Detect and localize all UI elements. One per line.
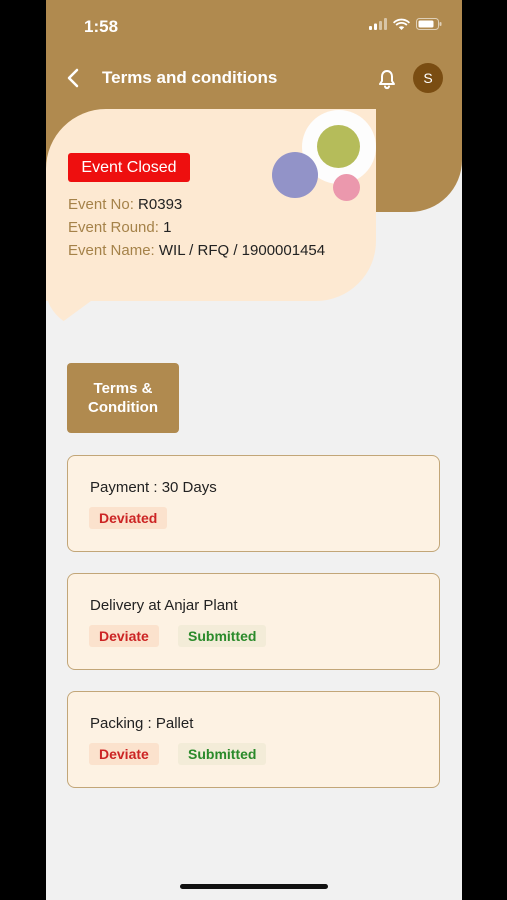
- decor-pink-circle: [333, 174, 360, 201]
- submitted-tag: Submitted: [178, 743, 267, 765]
- deviate-tag[interactable]: Deviate: [89, 743, 159, 765]
- event-round-label: Event Round:: [68, 219, 159, 236]
- decor-purple-circle: [272, 152, 318, 198]
- tc-button-line2: Condition: [88, 399, 158, 416]
- event-round-value: 1: [163, 219, 172, 236]
- tc-button-line1: Terms &: [93, 380, 153, 397]
- phone-screen: 1:58 Terms and conditions S Event Closed…: [46, 0, 462, 900]
- back-button[interactable]: [64, 66, 86, 90]
- event-name-row: Event Name: WIL / RFQ / 1900001454: [68, 242, 325, 259]
- submitted-tag: Submitted: [178, 625, 267, 647]
- bell-icon: [379, 70, 395, 90]
- status-time: 1:58: [84, 17, 119, 36]
- page-title: Terms and conditions: [102, 68, 278, 87]
- back-chevron-icon: [67, 68, 79, 88]
- event-status-badge: Event Closed: [68, 153, 190, 182]
- term-card-packing[interactable]: Packing : Pallet Deviate Submitted: [67, 691, 440, 788]
- event-name-value: WIL / RFQ / 1900001454: [158, 242, 326, 259]
- signal-icon: [369, 18, 387, 30]
- term-title: Payment : 30 Days: [90, 479, 217, 496]
- notifications-button[interactable]: [376, 67, 398, 91]
- deviate-tag[interactable]: Deviate: [89, 625, 159, 647]
- nav-bar: Terms and conditions S: [46, 58, 462, 98]
- terms-condition-tab[interactable]: Terms & Condition: [67, 363, 179, 433]
- event-no-row: Event No: R0393: [68, 196, 182, 213]
- term-card-delivery[interactable]: Delivery at Anjar Plant Deviate Submitte…: [67, 573, 440, 670]
- event-no-label: Event No:: [68, 196, 134, 213]
- battery-icon: [416, 18, 442, 30]
- term-card-payment[interactable]: Payment : 30 Days Deviated: [67, 455, 440, 552]
- status-icons: [369, 18, 442, 30]
- event-name-label: Event Name:: [68, 242, 155, 259]
- status-bar: 1:58: [46, 0, 462, 52]
- wifi-icon: [393, 18, 410, 30]
- event-round-row: Event Round: 1: [68, 219, 171, 236]
- term-title: Packing : Pallet: [90, 715, 194, 732]
- term-title: Delivery at Anjar Plant: [90, 597, 238, 614]
- event-no-value: R0393: [138, 196, 183, 213]
- decor-green-circle: [317, 125, 360, 168]
- deviated-tag: Deviated: [89, 507, 168, 529]
- avatar[interactable]: S: [413, 63, 443, 93]
- home-indicator: [180, 884, 328, 889]
